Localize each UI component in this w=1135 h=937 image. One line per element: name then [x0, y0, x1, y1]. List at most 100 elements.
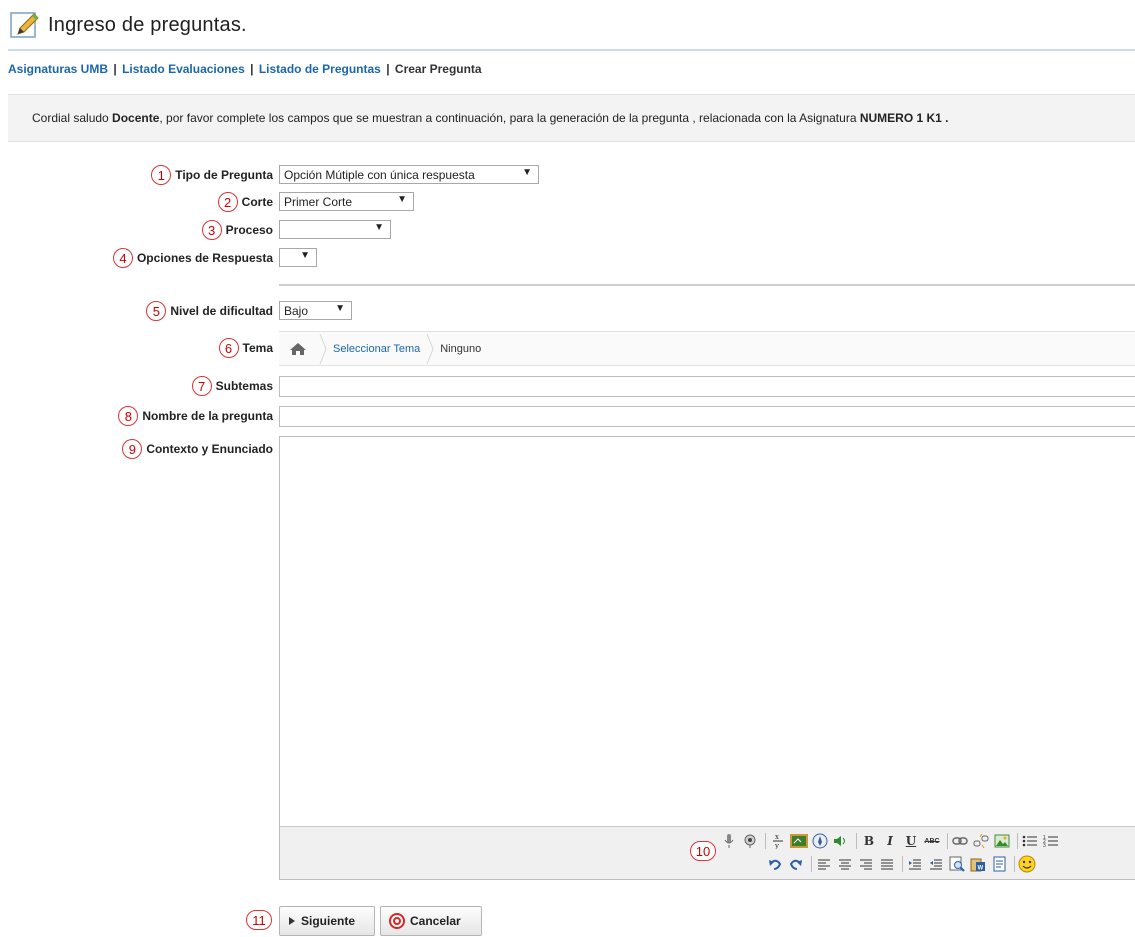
toolbar-row-1: xy B I U ABC 1 2 3: [720, 831, 1063, 851]
italic-icon[interactable]: I: [881, 832, 899, 850]
toolbar-separator: [1017, 833, 1018, 849]
breadcrumb-asignaturas[interactable]: Asignaturas UMB: [8, 62, 108, 76]
editor-toolbar: 10 xy B I U ABC 1 2 3 W: [280, 826, 1135, 879]
breadcrumb-evaluaciones[interactable]: Listado Evaluaciones: [122, 62, 245, 76]
underline-icon[interactable]: U: [902, 832, 920, 850]
label-text: Nombre de la pregunta: [142, 409, 273, 423]
bullet-list-icon[interactable]: [1021, 832, 1039, 850]
step-badge: 6: [218, 338, 239, 358]
step-badge: 4: [112, 248, 133, 268]
smiley-icon[interactable]: [1018, 855, 1036, 873]
record-icon[interactable]: [741, 832, 759, 850]
step-badge: 10: [690, 841, 716, 861]
align-center-icon[interactable]: [836, 855, 854, 873]
info-notice: Cordial saludo Docente, por favor comple…: [8, 94, 1135, 142]
form-row-corte: 2 Corte Primer Corte ▼: [0, 191, 1135, 213]
field-label: 1 Tipo de Pregunta: [151, 164, 273, 186]
toolbar-row-2: W: [766, 854, 1039, 874]
chevron-down-icon: ▼: [300, 250, 310, 261]
compass-icon[interactable]: [811, 832, 829, 850]
chevron-down-icon: ▼: [374, 222, 384, 233]
tema-breadcrumb: Seleccionar Tema Ninguno: [279, 331, 1135, 366]
step-badge: 8: [118, 406, 139, 426]
field-label: 8 Nombre de la pregunta: [118, 405, 273, 427]
label-text: Corte: [241, 195, 273, 209]
step-badge: 9: [122, 439, 143, 459]
select-tema-link[interactable]: Seleccionar Tema: [333, 343, 420, 355]
link-icon[interactable]: [951, 832, 969, 850]
button-label: Cancelar: [410, 914, 461, 928]
form-row-subtemas: 7 Subtemas: [0, 375, 1135, 397]
step-badge: 3: [201, 220, 222, 240]
section-divider: [279, 284, 1135, 286]
redo-icon[interactable]: [787, 855, 805, 873]
subtemas-input[interactable]: [279, 376, 1135, 397]
step-badge: 5: [146, 301, 167, 321]
cancelar-button[interactable]: Cancelar: [380, 906, 482, 936]
indent-icon[interactable]: [927, 855, 945, 873]
breadcrumb-separator: |: [113, 62, 117, 76]
form-row-proceso: 3 Proceso ▼: [0, 219, 1135, 241]
breadcrumb: Asignaturas UMB | Listado Evaluaciones |…: [8, 62, 482, 76]
label-text: Subtemas: [215, 379, 273, 393]
toolbar-separator: [856, 833, 857, 849]
cancel-icon: [389, 913, 405, 929]
pencil-icon: [10, 12, 39, 38]
page-header: Ingreso de preguntas.: [10, 8, 247, 42]
microphone-icon[interactable]: [720, 832, 738, 850]
breadcrumb-separator: |: [386, 62, 390, 76]
step-badge: 7: [191, 376, 212, 396]
chevron-right-icon: [319, 333, 327, 364]
fraction-icon[interactable]: xy: [769, 832, 787, 850]
align-right-icon[interactable]: [857, 855, 875, 873]
label-text: Tema: [242, 341, 273, 355]
chevron-down-icon: ▼: [335, 303, 345, 314]
svg-text:y: y: [774, 842, 779, 849]
preview-icon[interactable]: [948, 855, 966, 873]
contexto-editor[interactable]: 10 xy B I U ABC 1 2 3 W: [279, 436, 1135, 880]
chevron-down-icon: ▼: [397, 194, 407, 205]
chalkboard-icon[interactable]: [790, 832, 808, 850]
corte-select[interactable]: Primer Corte ▼: [279, 192, 414, 211]
breadcrumb-separator: |: [250, 62, 254, 76]
align-left-icon[interactable]: [815, 855, 833, 873]
toolbar-separator: [765, 833, 766, 849]
align-justify-icon[interactable]: [878, 855, 896, 873]
step-badge: 1: [151, 165, 172, 185]
tipo-pregunta-select[interactable]: Opción Mútiple con única respuesta ▼: [279, 165, 539, 184]
chevron-right-icon: [426, 333, 434, 364]
editor-content[interactable]: [280, 437, 1135, 826]
form-row-tipo: 1 Tipo de Pregunta Opción Mútiple con ún…: [0, 164, 1135, 186]
breadcrumb-preguntas[interactable]: Listado de Preguntas: [259, 62, 381, 76]
paste-word-icon[interactable]: W: [969, 855, 987, 873]
strikethrough-icon[interactable]: ABC: [923, 832, 941, 850]
header-divider: [8, 49, 1135, 51]
speaker-icon[interactable]: [832, 832, 850, 850]
home-icon[interactable]: [289, 342, 307, 356]
svg-text:x: x: [775, 833, 779, 841]
numbered-list-icon[interactable]: 123: [1042, 832, 1060, 850]
svg-text:W: W: [978, 866, 984, 872]
step-badge: 2: [217, 192, 238, 212]
nombre-pregunta-input[interactable]: [279, 406, 1135, 427]
form-row-nombre: 8 Nombre de la pregunta: [0, 405, 1135, 427]
select-value: Primer Corte: [284, 194, 353, 209]
undo-icon[interactable]: [766, 855, 784, 873]
image-icon[interactable]: [993, 832, 1011, 850]
outdent-icon[interactable]: [906, 855, 924, 873]
form-row-opciones: 4 Opciones de Respuesta ▼: [0, 247, 1135, 269]
siguiente-button[interactable]: Siguiente: [279, 906, 375, 936]
nivel-dificultad-select[interactable]: Bajo ▼: [279, 301, 352, 320]
notice-subject: NUMERO 1 K1 .: [859, 111, 949, 125]
field-label: 3 Proceso: [201, 219, 273, 241]
proceso-select[interactable]: ▼: [279, 220, 391, 239]
bold-icon[interactable]: B: [860, 832, 878, 850]
label-text: Opciones de Respuesta: [136, 251, 273, 265]
tema-value: Ninguno: [440, 342, 482, 355]
paste-text-icon[interactable]: [990, 855, 1008, 873]
field-label: 7 Subtemas: [191, 375, 273, 397]
unlink-icon[interactable]: [972, 832, 990, 850]
notice-text: , por favor complete los campos que se m…: [159, 111, 860, 125]
field-label: 2 Corte: [217, 191, 273, 213]
opciones-respuesta-select[interactable]: ▼: [279, 248, 317, 267]
